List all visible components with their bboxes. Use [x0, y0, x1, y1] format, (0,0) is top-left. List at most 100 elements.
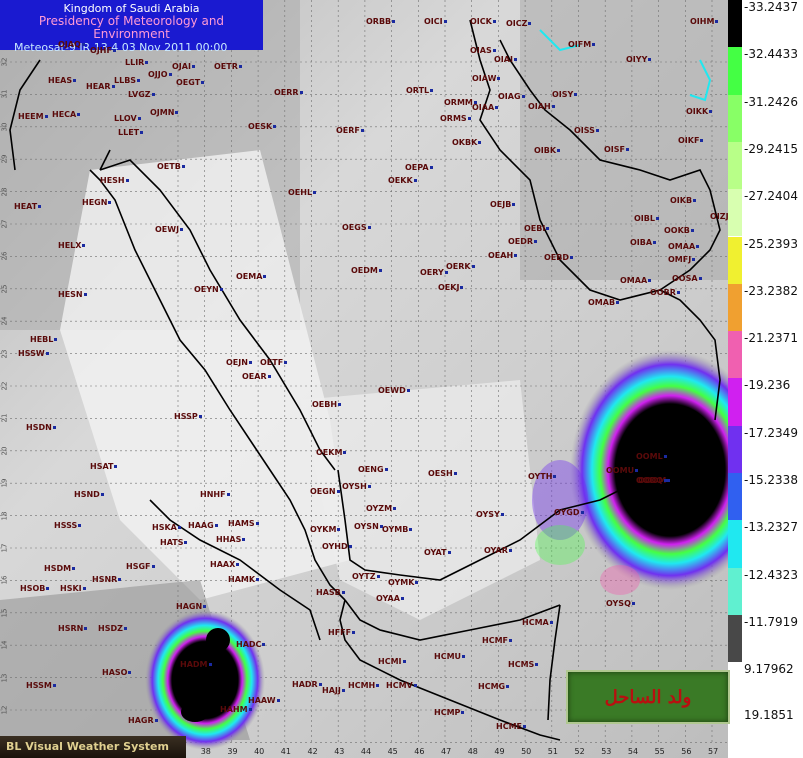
station-label: ORBB [366, 17, 395, 26]
station-label: HEAS [48, 76, 76, 85]
station-label: OEJB [490, 200, 515, 209]
legend-swatch [728, 331, 742, 379]
longitude-label: 49 [494, 747, 505, 756]
map-header: Kingdom of Saudi Arabia Presidency of Me… [0, 0, 263, 54]
station-label: HFFF [328, 628, 355, 637]
latitude-label: 32 [0, 57, 9, 67]
station-label: OYSN [354, 522, 383, 531]
station-label: OJHF [90, 46, 116, 55]
station-label: ORMS [440, 114, 471, 123]
station-label: OIHM [690, 17, 718, 26]
longitude-label: 47 [441, 747, 452, 756]
station-label: HHAS [216, 535, 245, 544]
longitude-label: 39 [227, 747, 238, 756]
station-label: HEEM [18, 112, 48, 121]
station-label: HSAT [90, 462, 117, 471]
station-label: OEDM [351, 266, 382, 275]
legend-label: -25.2393 [744, 236, 798, 251]
legend-label: -23.2382 [744, 283, 798, 298]
station-label: OIBK [534, 146, 560, 155]
longitude-label: 38 [200, 747, 211, 756]
station-label: OERK [446, 262, 475, 271]
station-label: HCMV [386, 681, 417, 690]
longitude-label: 57 [708, 747, 719, 756]
legend-label: -15.2338 [744, 473, 798, 487]
station-label: OEAH [488, 251, 517, 260]
station-label: OISS [574, 126, 599, 135]
station-label: OEBH [312, 400, 341, 409]
longitude-label: 45 [387, 747, 398, 756]
station-label: HCMU [434, 652, 465, 661]
latitude-label: 16 [0, 575, 9, 585]
legend-label: -13.2327 [744, 520, 798, 535]
station-label: HSOB [20, 584, 49, 593]
station-label: HEAR [86, 82, 115, 91]
latitude-label: 17 [0, 543, 9, 553]
latitude-label: 23 [0, 349, 9, 359]
latitude-label: 31 [0, 89, 9, 99]
latitude-label: 28 [0, 187, 9, 197]
station-label: OOMU [606, 466, 638, 475]
station-label: HSND [74, 490, 104, 499]
latitude-label: 14 [0, 640, 9, 650]
station-label: OEJN [226, 358, 252, 367]
station-label: OYZM [366, 504, 396, 513]
longitude-label: 44 [360, 747, 372, 756]
legend-swatch [728, 0, 742, 48]
station-label: HELX [58, 241, 85, 250]
longitude-label: 51 [547, 747, 558, 756]
footer-bar: BL Visual Weather System [0, 736, 186, 758]
longitude-label: 54 [627, 747, 639, 756]
station-label: OIFM [568, 40, 595, 49]
station-label: OJMN [150, 108, 178, 117]
station-label: OEWD [378, 386, 410, 395]
station-label: HASO [102, 668, 131, 677]
station-label: HAAW [248, 696, 280, 705]
station-label: OJJO [148, 70, 172, 79]
station-label: OIAH [528, 102, 555, 111]
station-label: OYSH [342, 482, 371, 491]
station-label: OEBD [544, 253, 573, 262]
legend-swatch [728, 94, 742, 142]
station-label: HSRN [58, 624, 87, 633]
station-label: HCME [496, 722, 526, 731]
longitude-label: 46 [414, 747, 425, 756]
latitude-label: 13 [0, 673, 9, 683]
station-label: HSKI [60, 584, 86, 593]
org-line2: Presidency of Meteorology and Environmen… [38, 14, 225, 41]
legend-swatch [728, 473, 742, 521]
station-label: HNHF [200, 490, 230, 499]
station-label: OIAI [494, 55, 517, 64]
station-label: OETB [157, 162, 185, 171]
legend-label: -12.4323 [744, 567, 798, 582]
station-label: HCMF [482, 636, 512, 645]
station-label: OOBR [650, 288, 680, 297]
station-label: HAMS [228, 519, 259, 528]
latitude-label: 18 [0, 511, 9, 521]
station-label: OIAA [472, 103, 498, 112]
latitude-label: 30 [0, 122, 9, 132]
station-label: OEAR [242, 372, 271, 381]
station-label: OETR [214, 62, 242, 71]
station-label: LLOV [114, 114, 141, 123]
station-label: OMAB [588, 298, 619, 307]
station-label: OYAT [424, 548, 451, 557]
station-label: HASB [316, 588, 345, 597]
latitude-label: 15 [0, 608, 9, 618]
station-label: HCMA [522, 618, 553, 627]
longitude-label: 50 [521, 747, 532, 756]
station-label: OEYN [194, 285, 223, 294]
longitude-label: 42 [307, 747, 318, 756]
legend-swatch [728, 425, 742, 473]
legend-swatch [728, 520, 742, 568]
station-label: HATS [160, 538, 187, 547]
station-label: HAAX [210, 560, 239, 569]
station-label: OIKF [678, 136, 703, 145]
station-label: LLIR [125, 58, 148, 67]
station-label: OEGT [176, 78, 204, 87]
legend-label: -17.2349 [744, 425, 798, 440]
station-label: LLBS [114, 76, 140, 85]
station-label: OETF [260, 358, 287, 367]
legend-swatch [728, 283, 742, 332]
station-label: HADM [180, 660, 212, 669]
